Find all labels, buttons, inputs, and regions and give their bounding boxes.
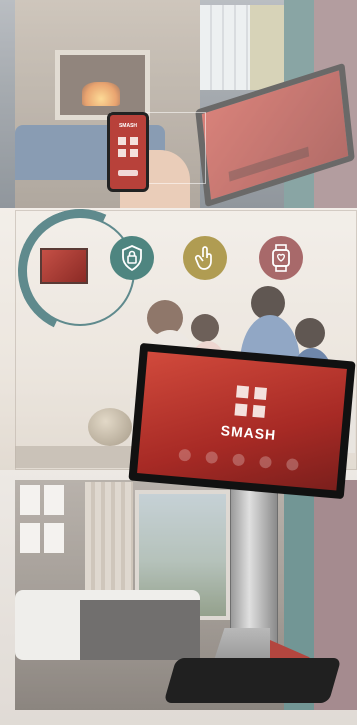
smash-tablet: SMASH: [128, 342, 356, 500]
stand-base: [163, 658, 342, 703]
phone-logo-icon: [118, 137, 138, 157]
dock-icon: [232, 453, 246, 467]
lock-icon: [110, 236, 154, 280]
phone-button: [118, 170, 138, 176]
living-room-panel: SMASH: [0, 0, 357, 208]
smartwatch-icon: [259, 236, 303, 280]
dock-icon: [178, 448, 192, 462]
tablet-screen: SMASH: [137, 351, 347, 491]
smartphone: SMASH: [107, 112, 149, 192]
dock-icon: [285, 458, 299, 472]
dock-icon: [258, 455, 272, 469]
device-brand-text: SMASH: [220, 422, 277, 444]
smash-logo-icon: [234, 385, 267, 418]
dock-icon: [205, 450, 219, 464]
smart-home-collage: SMASH SMASH: [0, 0, 357, 725]
tablet-dock: [178, 448, 299, 472]
touch-icon: [183, 236, 227, 280]
phone-brand-text: SMASH: [118, 123, 138, 129]
mini-tablet: [40, 248, 88, 284]
